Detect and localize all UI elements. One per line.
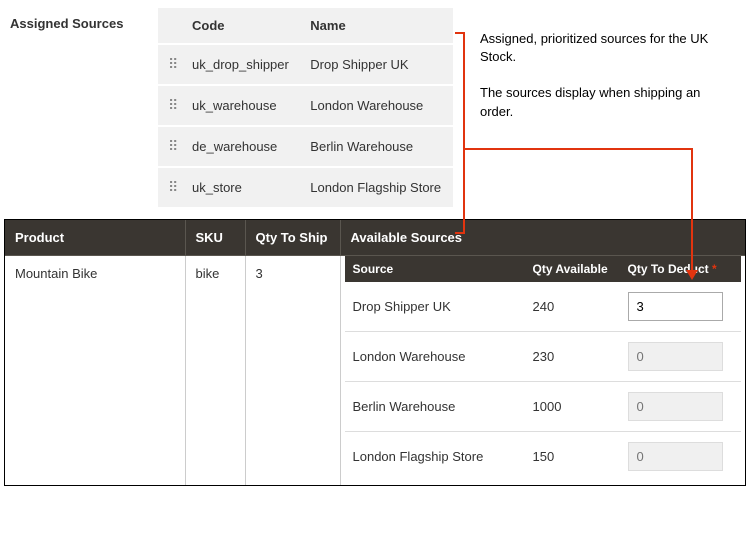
annotation-bracket-icon [463, 32, 465, 232]
required-asterisk-icon: * [712, 262, 717, 276]
annotation-arrow-icon [691, 148, 693, 276]
qty-header: Qty To Ship [245, 220, 340, 256]
qty-available-cell: 230 [525, 332, 620, 382]
qty-available-cell: 150 [525, 432, 620, 482]
source-code: uk_store [182, 167, 300, 207]
qty-to-ship: 3 [245, 256, 340, 486]
source-header: Source [345, 256, 525, 282]
drag-handle-icon[interactable] [168, 180, 178, 194]
source-name-cell: Drop Shipper UK [345, 282, 525, 332]
qty-available-header: Qty Available [525, 256, 620, 282]
source-name-cell: London Warehouse [345, 332, 525, 382]
annotation-arrowhead-icon [686, 270, 698, 280]
qty-deduct-input [628, 342, 723, 371]
source-row: London Flagship Store 150 [345, 432, 742, 482]
assigned-sources-label: Assigned Sources [8, 8, 158, 39]
drag-header [158, 8, 182, 44]
annotation-bracket-icon [455, 232, 465, 234]
source-code: uk_drop_shipper [182, 44, 300, 85]
qty-deduct-input [628, 442, 723, 471]
qty-deduct-input [628, 392, 723, 421]
source-name: Drop Shipper UK [300, 44, 453, 85]
drag-handle-icon[interactable] [168, 98, 178, 112]
source-row: London Warehouse 230 [345, 332, 742, 382]
source-code: uk_warehouse [182, 85, 300, 126]
table-row: uk_drop_shipper Drop Shipper UK [158, 44, 453, 85]
source-name-cell: London Flagship Store [345, 432, 525, 482]
product-sku: bike [185, 256, 245, 486]
product-header: Product [5, 220, 185, 256]
name-header: Name [300, 8, 453, 44]
shipment-row: Mountain Bike bike 3 Source Qty Availabl… [5, 256, 745, 486]
shipment-table: Product SKU Qty To Ship Available Source… [5, 220, 745, 485]
table-row: uk_store London Flagship Store [158, 167, 453, 207]
source-code: de_warehouse [182, 126, 300, 167]
source-name: London Flagship Store [300, 167, 453, 207]
code-header: Code [182, 8, 300, 44]
sku-header: SKU [185, 220, 245, 256]
available-sources-table: Source Qty Available Qty To Deduct * Dro… [345, 256, 742, 481]
annotation-text-2: The sources display when shipping an ord… [480, 84, 730, 120]
table-row: de_warehouse Berlin Warehouse [158, 126, 453, 167]
annotations-panel: Assigned, prioritized sources for the UK… [480, 30, 730, 139]
drag-handle-icon[interactable] [168, 57, 178, 71]
source-name-cell: Berlin Warehouse [345, 382, 525, 432]
source-row: Drop Shipper UK 240 [345, 282, 742, 332]
qty-deduct-input[interactable] [628, 292, 723, 321]
assigned-sources-section: Assigned Sources Code Name uk_drop_shipp… [0, 0, 750, 215]
available-sources-header: Available Sources [340, 220, 745, 256]
annotation-line-icon [463, 148, 693, 150]
source-name: London Warehouse [300, 85, 453, 126]
annotation-text-1: Assigned, prioritized sources for the UK… [480, 30, 730, 66]
table-row: uk_warehouse London Warehouse [158, 85, 453, 126]
drag-handle-icon[interactable] [168, 139, 178, 153]
source-row: Berlin Warehouse 1000 [345, 382, 742, 432]
assigned-sources-table: Code Name uk_drop_shipper Drop Shipper U… [158, 8, 453, 207]
qty-available-cell: 240 [525, 282, 620, 332]
shipment-section: Product SKU Qty To Ship Available Source… [4, 219, 746, 486]
source-name: Berlin Warehouse [300, 126, 453, 167]
qty-deduct-header: Qty To Deduct * [620, 256, 742, 282]
product-name: Mountain Bike [5, 256, 185, 486]
qty-available-cell: 1000 [525, 382, 620, 432]
